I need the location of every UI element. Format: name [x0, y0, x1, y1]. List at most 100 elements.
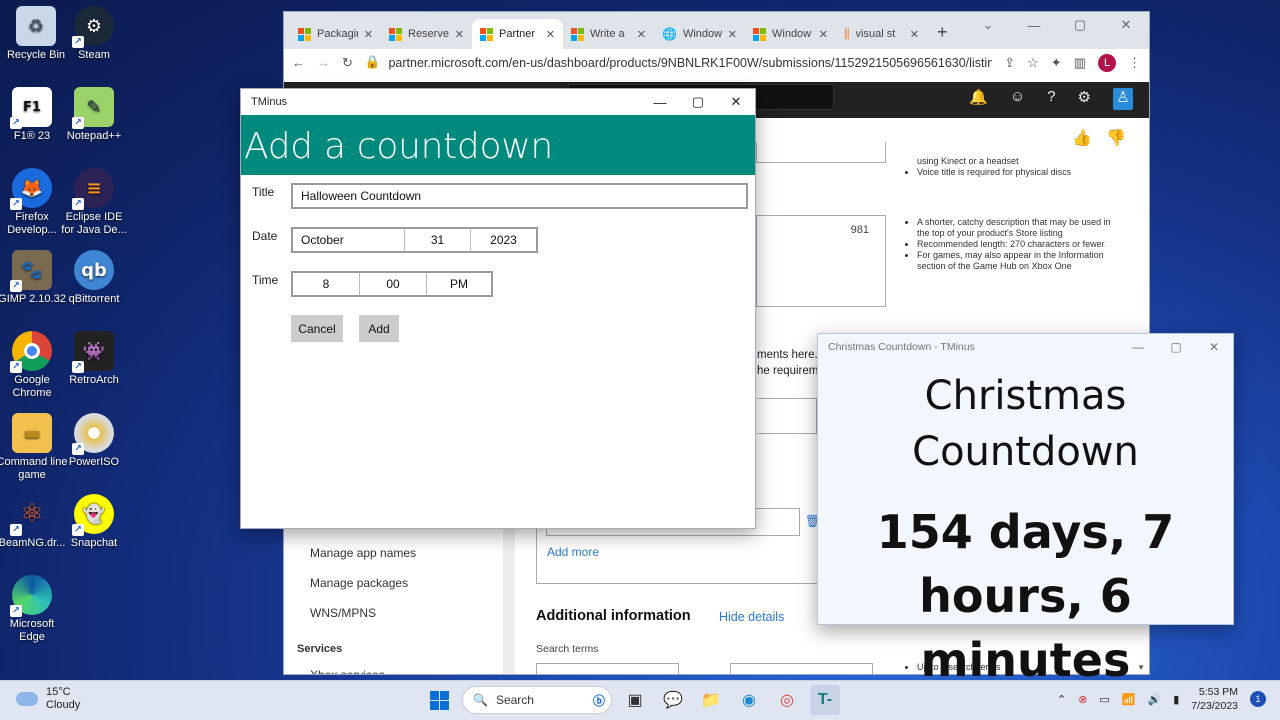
- close-icon[interactable]: ✕: [819, 28, 828, 41]
- desktop-icon-retroarch[interactable]: 👾 ↗ RetroArch: [58, 331, 130, 387]
- bell-icon[interactable]: 🔔: [969, 88, 988, 110]
- minimize-button[interactable]: —: [1011, 12, 1057, 38]
- desktop-icon-notepad[interactable]: ✎ ↗ Notepad++: [58, 87, 130, 143]
- chevron-up-icon[interactable]: ⌃: [1057, 693, 1066, 706]
- close-button[interactable]: ✕: [1103, 12, 1149, 38]
- time-ampm[interactable]: PM: [427, 273, 491, 295]
- tab-visual-studio[interactable]: ⫼ visual st ✕: [836, 19, 927, 49]
- share-icon[interactable]: ⇪: [1004, 55, 1015, 71]
- star-icon[interactable]: ☆: [1027, 55, 1039, 71]
- volume-icon[interactable]: 🔊: [1148, 693, 1162, 706]
- maximize-button[interactable]: ▢: [1057, 12, 1103, 38]
- desktop-icon-label: qBittorrent: [68, 293, 120, 305]
- maximize-button[interactable]: ▢: [1157, 334, 1195, 360]
- maximize-button[interactable]: ▢: [679, 89, 717, 115]
- side-item-manage-app-names[interactable]: Manage app names: [310, 546, 416, 560]
- url-field[interactable]: 🔒 partner.microsoft.com/en-us/dashboard/p…: [365, 55, 992, 70]
- notes-field[interactable]: [757, 398, 817, 434]
- date-year[interactable]: 2023: [471, 229, 536, 251]
- file-explorer-icon[interactable]: 📁: [696, 685, 726, 715]
- taskbar-search[interactable]: 🔍 Search ⓑ: [462, 686, 612, 714]
- forward-icon[interactable]: →: [317, 55, 330, 70]
- cancel-button[interactable]: Cancel: [291, 315, 343, 342]
- time-minute[interactable]: 00: [360, 273, 427, 295]
- close-button[interactable]: ✕: [717, 89, 755, 115]
- tab-packaging[interactable]: Packagin ✕: [290, 19, 381, 49]
- security-icon[interactable]: ⊗: [1078, 693, 1087, 706]
- thumbs-down-icon[interactable]: 👎: [1106, 128, 1126, 148]
- extensions-icon[interactable]: ✦: [1051, 55, 1062, 71]
- help-text: using Kinect or a headset: [917, 156, 1019, 166]
- wifi-icon[interactable]: 📶: [1122, 693, 1136, 706]
- close-icon[interactable]: ✕: [637, 28, 646, 41]
- minimize-button[interactable]: —: [641, 89, 679, 115]
- gear-icon[interactable]: ⚙: [1078, 88, 1091, 110]
- smiley-icon[interactable]: ☺: [1010, 88, 1025, 110]
- clock[interactable]: 5:53 PM 7/23/2023: [1191, 685, 1238, 713]
- desktop-icon-snapchat[interactable]: 👻 ↗ Snapchat: [58, 494, 130, 550]
- close-icon[interactable]: ✕: [910, 28, 919, 41]
- voice-title-field[interactable]: [756, 142, 886, 163]
- date-day[interactable]: 31: [405, 229, 471, 251]
- chrome-taskbar-icon[interactable]: ◎: [772, 685, 802, 715]
- tab-windows-2[interactable]: Window ✕: [745, 19, 836, 49]
- help-icon[interactable]: ?: [1047, 88, 1055, 110]
- chevron-down-icon[interactable]: ⌄: [965, 12, 1011, 38]
- countdown-remaining-line: hours, 6 minutes: [919, 569, 1132, 687]
- task-view-icon[interactable]: ▣: [620, 685, 650, 715]
- add-button[interactable]: Add: [359, 315, 399, 342]
- side-item-manage-packages[interactable]: Manage packages: [310, 576, 408, 590]
- close-icon[interactable]: ✕: [546, 28, 555, 41]
- teams-chat-icon[interactable]: 💬: [658, 685, 688, 715]
- desktop-icon-edge[interactable]: ↗ Microsoft Edge: [0, 575, 68, 644]
- tab-reserve[interactable]: Reserve ✕: [381, 19, 472, 49]
- temperature: 15°C: [46, 686, 71, 698]
- short-description-field[interactable]: 981: [756, 215, 886, 307]
- tab-title: Write a: [590, 28, 625, 40]
- date-month[interactable]: October: [293, 229, 405, 251]
- display-icon[interactable]: ▭: [1099, 693, 1109, 706]
- minimize-button[interactable]: —: [1119, 334, 1157, 360]
- notification-badge[interactable]: 1: [1250, 691, 1266, 707]
- account-icon[interactable]: ♙: [1113, 88, 1133, 110]
- close-icon[interactable]: ✕: [364, 28, 373, 41]
- thumbs-up-icon[interactable]: 👍: [1072, 128, 1092, 148]
- tminus-taskbar-icon[interactable]: T-: [810, 685, 840, 715]
- tab-windows-1[interactable]: 🌐 Window ✕: [654, 19, 745, 49]
- time-picker[interactable]: 8 00 PM: [291, 271, 493, 297]
- weather-widget[interactable]: 15°C Cloudy: [16, 686, 80, 712]
- desktop-icon-eclipse[interactable]: ≡ ↗ Eclipse IDE for Java De...: [58, 168, 130, 237]
- title-label: Title: [252, 185, 275, 199]
- eclipse-icon: ≡ ↗: [72, 168, 114, 210]
- start-button[interactable]: [424, 685, 454, 715]
- countdown-name-line: Christmas: [924, 373, 1127, 419]
- add-more-link[interactable]: Add more: [547, 545, 599, 559]
- profile-avatar[interactable]: L: [1098, 53, 1116, 72]
- close-icon[interactable]: ✕: [728, 28, 737, 41]
- close-icon[interactable]: ✕: [455, 28, 464, 41]
- menu-icon[interactable]: ⋮: [1128, 55, 1141, 71]
- reload-icon[interactable]: ↻: [342, 55, 353, 71]
- desktop-icon-qbittorrent[interactable]: qb qBittorrent: [58, 250, 130, 306]
- desktop-icon-poweriso[interactable]: ↗ PowerISO: [58, 413, 130, 469]
- battery-icon[interactable]: ▮: [1173, 693, 1179, 706]
- search-term-field-1[interactable]: [536, 663, 679, 674]
- recycle-bin-icon: ♻: [16, 6, 56, 46]
- edge-taskbar-icon[interactable]: ◉: [734, 685, 764, 715]
- windows-icon: [429, 690, 449, 710]
- hide-details-link[interactable]: Hide details: [719, 610, 784, 624]
- side-item-xbox-services[interactable]: Xbox services: [310, 668, 385, 674]
- date-picker[interactable]: October 31 2023: [291, 227, 538, 253]
- title-input[interactable]: Halloween Countdown: [291, 183, 748, 209]
- time-hour[interactable]: 8: [293, 273, 360, 295]
- steam-icon: ⚙ ↗: [72, 6, 114, 48]
- tab-partner[interactable]: Partner ✕: [472, 19, 563, 49]
- side-item-wns[interactable]: WNS/MPNS: [310, 606, 376, 620]
- sidepanel-icon[interactable]: ▥: [1074, 55, 1086, 71]
- tab-write[interactable]: Write a ✕: [563, 19, 654, 49]
- new-tab-button[interactable]: +: [927, 22, 958, 49]
- back-icon[interactable]: ←: [292, 55, 305, 70]
- desktop-icon-steam[interactable]: ⚙ ↗ Steam: [58, 6, 130, 62]
- close-button[interactable]: ✕: [1195, 334, 1233, 360]
- time-label: Time: [252, 273, 279, 287]
